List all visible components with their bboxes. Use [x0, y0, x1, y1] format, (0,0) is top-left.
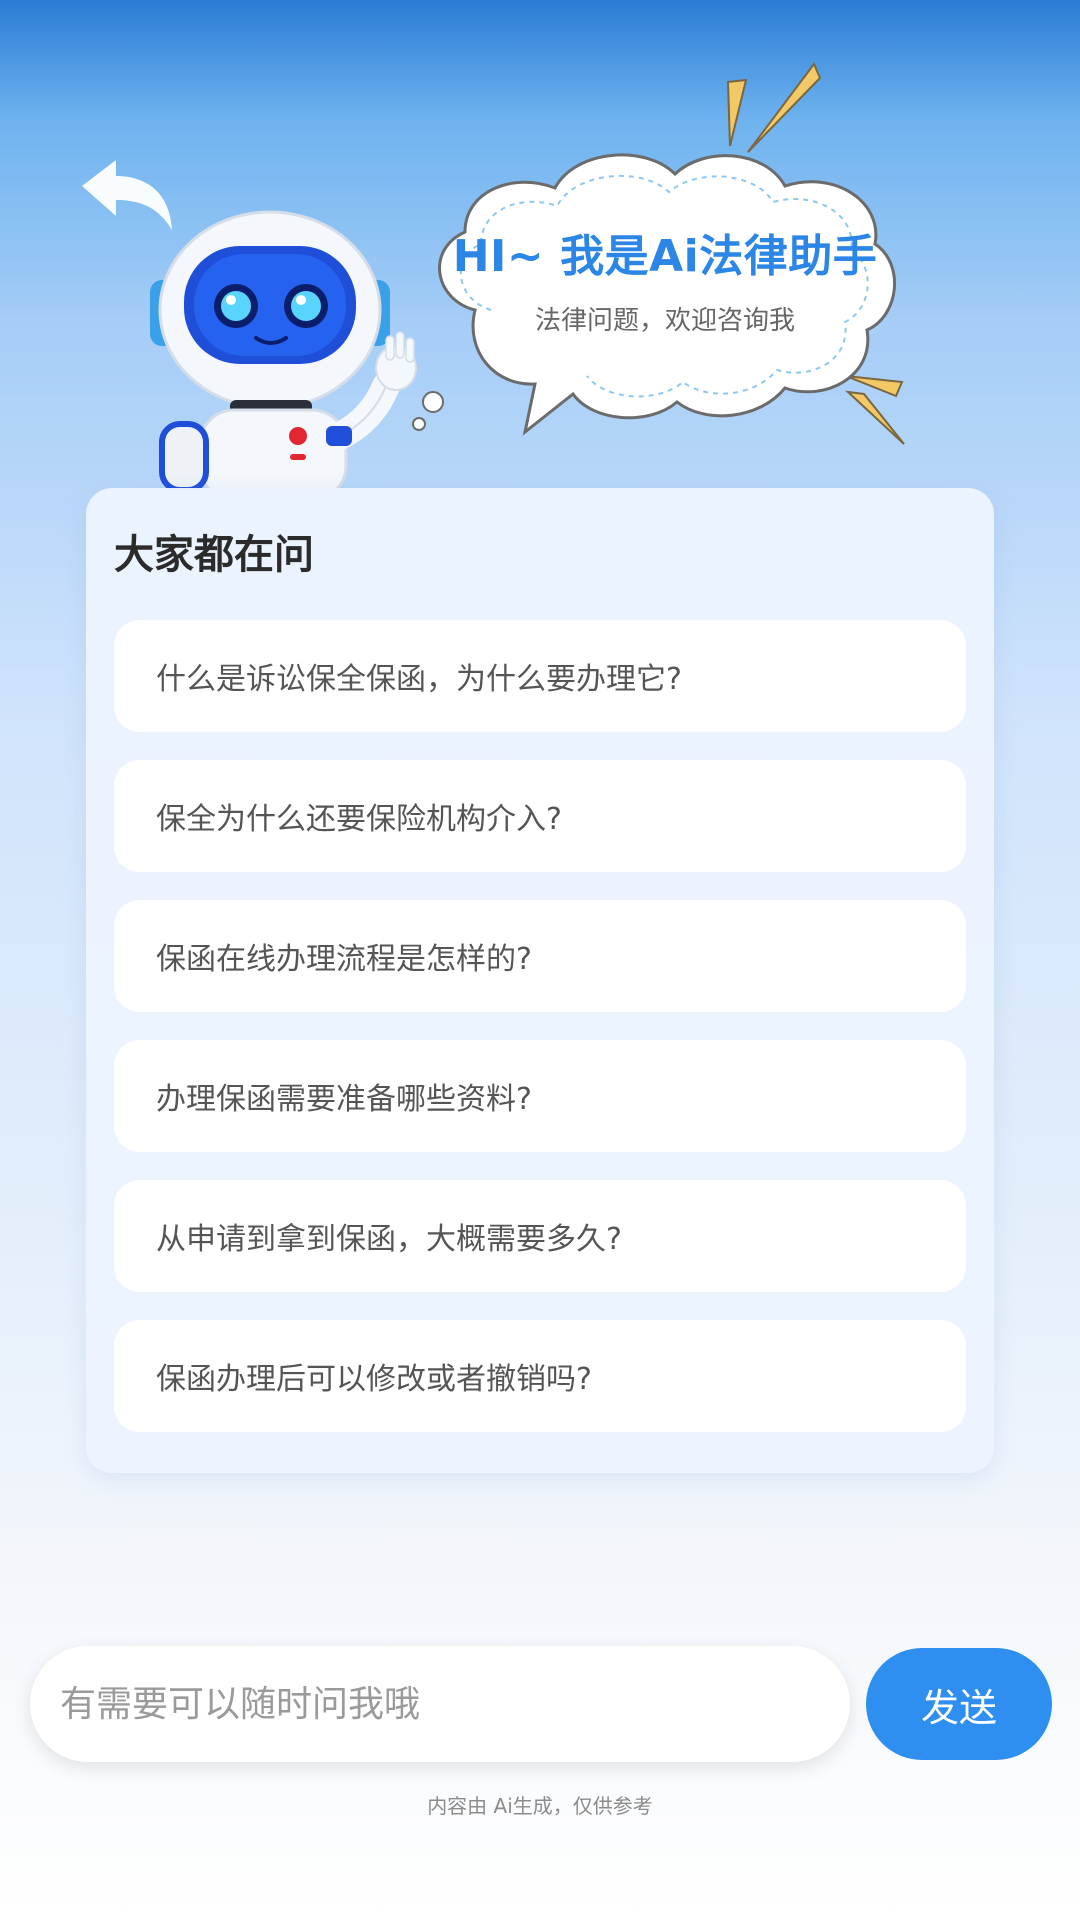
faq-title: 大家都在问 — [114, 532, 314, 578]
faq-question-6[interactable]: 保函办理后可以修改或者撤销吗? — [114, 1320, 966, 1432]
faq-question-5[interactable]: 从申请到拿到保函，大概需要多久? — [114, 1180, 966, 1292]
faq-list: 什么是诉讼保全保函，为什么要办理它? 保全为什么还要保险机构介入? 保函在线办理… — [114, 620, 966, 1460]
faq-question-1[interactable]: 什么是诉讼保全保函，为什么要办理它? — [114, 620, 966, 732]
bubble-title: HI~ 我是Ai法律助手 — [452, 231, 878, 282]
faq-card: 大家都在问 什么是诉讼保全保函，为什么要办理它? 保全为什么还要保险机构介入? … — [86, 488, 994, 1473]
faq-question-2[interactable]: 保全为什么还要保险机构介入? — [114, 760, 966, 872]
message-input-container — [30, 1646, 850, 1762]
message-input[interactable] — [58, 1682, 850, 1726]
ai-disclaimer: 内容由 Ai生成，仅供参考 — [427, 1794, 653, 1818]
faq-question-4[interactable]: 办理保函需要准备哪些资料? — [114, 1040, 966, 1152]
faq-question-3[interactable]: 保函在线办理流程是怎样的? — [114, 900, 966, 1012]
bubble-subtitle: 法律问题，欢迎咨询我 — [534, 306, 795, 336]
send-button[interactable]: 发送 — [866, 1648, 1052, 1760]
